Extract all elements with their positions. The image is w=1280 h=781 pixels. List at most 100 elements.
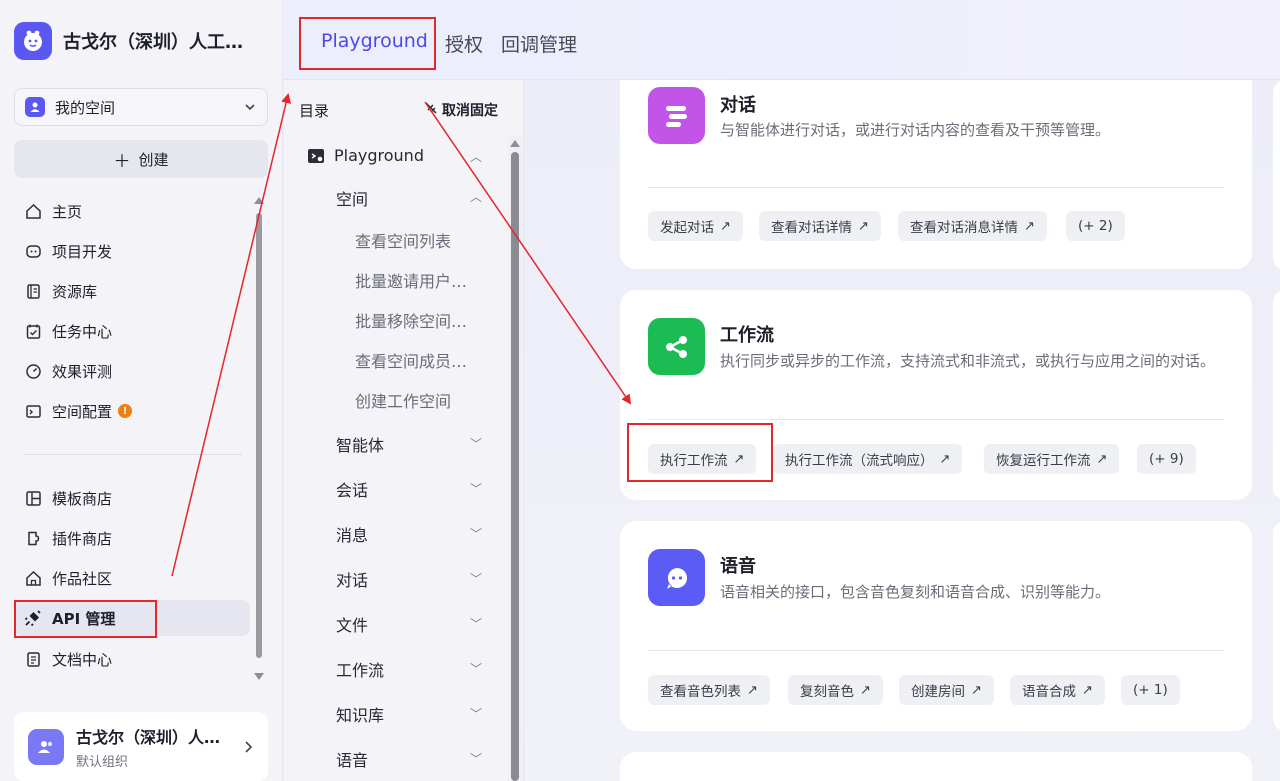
nav-space-config[interactable]: 空间配置 ! <box>14 393 250 429</box>
task-icon <box>24 322 42 340</box>
user-name: 古戈尔（深圳）人… <box>76 727 221 747</box>
chip-label: 创建房间 <box>911 684 965 700</box>
create-button[interactable]: ＋ 创建 <box>14 140 268 178</box>
toc-section[interactable]: 智能体 <box>336 432 384 456</box>
chevron-up-icon[interactable]: ︿ <box>470 148 482 165</box>
toc-section[interactable]: 知识库 <box>336 702 384 726</box>
nav-template-store[interactable]: 模板商店 <box>14 480 250 516</box>
nav-label: 作品社区 <box>52 569 113 588</box>
plugin-icon <box>24 529 42 547</box>
toc-scrollbar[interactable] <box>508 136 522 781</box>
api-chip[interactable]: 查看音色列表 ↗ <box>648 675 770 705</box>
scroll-up-arrow[interactable] <box>510 140 520 147</box>
toc-link[interactable]: 批量移除空间… <box>355 308 473 332</box>
toc-section[interactable]: 消息 <box>336 522 368 546</box>
nav-library[interactable]: 资源库 <box>14 273 250 309</box>
api-card-chat[interactable]: 对话 与智能体进行对话，或进行对话内容的查看及干预等管理。 发起对话 ↗ 查看对话… <box>620 80 1252 269</box>
template-icon <box>24 489 42 507</box>
nav-label: 效果评测 <box>52 362 113 381</box>
more-chip[interactable]: (+ 2) <box>1066 211 1125 241</box>
api-chip[interactable]: 创建房间 ↗ <box>899 675 994 705</box>
external-link-icon: ↗ <box>1082 682 1093 698</box>
chevron-down-icon[interactable]: ﹀ <box>470 750 482 767</box>
chip-label: 查看对话消息详情 <box>910 220 1018 236</box>
toc-link[interactable]: 查看空间成员… <box>355 348 473 372</box>
toc-heading: 目录 <box>299 102 330 120</box>
alert-badge: ! <box>118 404 133 418</box>
api-chip[interactable]: 语音合成 ↗ <box>1010 675 1105 705</box>
document-icon <box>24 650 42 668</box>
card-separator <box>648 419 1224 420</box>
chip-label: 查看音色列表 <box>660 684 741 700</box>
external-link-icon: ↗ <box>971 682 982 698</box>
scroll-up-arrow[interactable] <box>254 197 264 204</box>
toc-link[interactable]: 创建工作空间 <box>355 388 473 412</box>
nav-label: 任务中心 <box>52 322 113 341</box>
card-separator <box>648 650 1224 651</box>
scroll-down-arrow[interactable] <box>254 673 264 680</box>
api-chip[interactable]: 发起对话 ↗ <box>648 211 743 241</box>
nav-task-center[interactable]: 任务中心 <box>14 313 250 349</box>
api-chip[interactable]: 查看对话消息详情 ↗ <box>898 211 1047 241</box>
chevron-down-icon[interactable]: ﹀ <box>470 615 482 632</box>
highlight-box-playground-tab <box>299 17 436 70</box>
chip-label: 恢复运行工作流 <box>996 453 1091 469</box>
unpin-icon <box>424 101 438 119</box>
unpin-label: 取消固定 <box>442 103 498 119</box>
unpin-button[interactable]: 取消固定 <box>424 100 498 120</box>
api-chip[interactable]: 复刻音色 ↗ <box>788 675 883 705</box>
tab-authorization[interactable]: 授权 <box>445 30 483 57</box>
nav-community[interactable]: 作品社区 <box>14 560 250 596</box>
community-icon <box>24 569 42 587</box>
tab-callback-management[interactable]: 回调管理 <box>501 30 577 57</box>
card-desc: 执行同步或异步的工作流，支持流式和非流式，或执行与应用之间的对话。 <box>720 352 1216 370</box>
api-card-voice[interactable]: 语音 语音相关的接口，包含音色复刻和语音合成、识别等能力。 查看音色列表 ↗ 复刻… <box>620 521 1252 731</box>
toc-root-playground[interactable]: Playground <box>307 146 424 165</box>
chevron-down-icon[interactable]: ﹀ <box>470 660 482 677</box>
chevron-down-icon[interactable]: ﹀ <box>470 480 482 497</box>
user-card[interactable]: 古戈尔（深圳）人… 默认组织 <box>14 712 268 781</box>
space-select[interactable]: 我的空间 <box>14 88 268 126</box>
nav-label: 主页 <box>52 202 83 221</box>
toc-section[interactable]: 文件 <box>336 612 368 636</box>
nav-label: 模板商店 <box>52 489 113 508</box>
chevron-down-icon[interactable]: ﹀ <box>470 705 482 722</box>
api-card-partial[interactable] <box>620 752 1252 781</box>
more-chip[interactable]: (+ 1) <box>1121 675 1180 705</box>
api-chip[interactable]: 恢复运行工作流 ↗ <box>984 444 1120 474</box>
nav-label: 项目开发 <box>52 242 113 261</box>
toc-section[interactable]: 会话 <box>336 477 368 501</box>
chevron-down-icon[interactable]: ﹀ <box>470 570 482 587</box>
api-chip[interactable]: 执行工作流（流式响应） ↗ <box>773 444 963 474</box>
api-chip[interactable]: 查看对话详情 ↗ <box>759 211 881 241</box>
chevron-up-icon[interactable]: ︿ <box>470 188 482 205</box>
toc-section[interactable]: 工作流 <box>336 657 384 681</box>
toc-section[interactable]: 语音 <box>336 747 368 771</box>
scroll-thumb[interactable] <box>256 213 262 658</box>
card-desc: 语音相关的接口，包含音色复刻和语音合成、识别等能力。 <box>720 583 1111 601</box>
chevron-right-icon <box>245 740 253 753</box>
more-chip[interactable]: (+ 9) <box>1137 444 1196 474</box>
external-link-icon: ↗ <box>747 682 758 698</box>
nav-home[interactable]: 主页 <box>14 193 250 229</box>
brand-name: 古戈尔（深圳）人工… <box>63 32 243 53</box>
nav-doc-center[interactable]: 文档中心 <box>14 641 250 677</box>
chip-label: 查看对话详情 <box>771 220 852 236</box>
card-title: 对话 <box>720 95 756 116</box>
nav-plugin-store[interactable]: 插件商店 <box>14 520 250 556</box>
scroll-thumb[interactable] <box>511 152 519 781</box>
nav-project-dev[interactable]: 项目开发 <box>14 233 250 269</box>
toc-section[interactable]: 对话 <box>336 567 368 591</box>
nav-evaluation[interactable]: 效果评测 <box>14 353 250 389</box>
external-link-icon: ↗ <box>720 218 731 234</box>
toc-link[interactable]: 批量邀请用户… <box>355 268 473 292</box>
toc-section-space[interactable]: 空间 <box>336 186 368 210</box>
sidebar-scrollbar[interactable] <box>254 195 264 685</box>
chevron-down-icon[interactable]: ﹀ <box>470 435 482 452</box>
chevron-down-icon[interactable]: ﹀ <box>470 525 482 542</box>
chip-label: 执行工作流（流式响应） <box>785 453 934 469</box>
brand[interactable]: 古戈尔（深圳）人工… <box>14 22 261 60</box>
highlight-box-run-workflow <box>627 423 773 482</box>
toc-link[interactable]: 查看空间列表 <box>355 228 473 252</box>
workflow-icon <box>648 318 705 375</box>
